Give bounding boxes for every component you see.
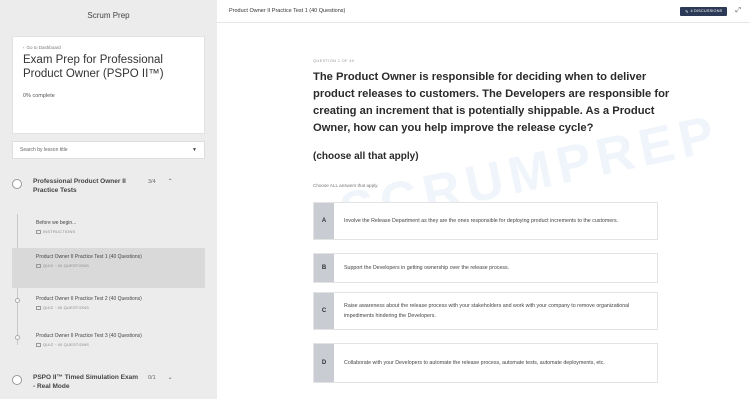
lesson-meta: QUIZ · 40 QUESTIONS <box>36 263 205 268</box>
answer-option-b[interactable]: B Support the Developers in getting owne… <box>313 253 658 283</box>
back-link-label: Go to Dashboard <box>26 45 61 50</box>
question-number: QUESTION 1 OF 40 <box>313 58 355 63</box>
comment-icon: ✎ <box>685 9 689 14</box>
lesson-title: Before we begin... <box>36 220 77 226</box>
lesson-status-icon <box>15 335 20 340</box>
section-timed-simulation[interactable]: PSPO II™ Timed Simulation Exam - Real Mo… <box>12 373 205 391</box>
chevron-up-icon[interactable]: ⌃ <box>168 178 173 185</box>
brand-title: Scrum Prep <box>87 10 130 20</box>
quiz-icon <box>36 263 41 268</box>
section-count: 3/4 <box>148 179 156 185</box>
section-title: PSPO II™ Timed Simulation Exam - Real Mo… <box>33 374 138 390</box>
lesson-title: Product Owner II Practice Test 3 (40 Que… <box>36 333 142 339</box>
lesson-item[interactable]: Before we begin... INSTRUCTIONS <box>12 220 205 243</box>
lesson-meta-label: INSTRUCTIONS <box>43 229 76 234</box>
lesson-meta-label: QUIZ · 40 QUESTIONS <box>43 305 90 310</box>
answer-option-a[interactable]: A Involve the Release Department as they… <box>313 202 658 240</box>
lesson-status-icon <box>15 298 20 303</box>
quiz-icon <box>36 305 41 310</box>
expand-icon[interactable]: ⤢ <box>735 7 741 15</box>
lesson-item[interactable]: Product Owner II Practice Test 3 (40 Que… <box>12 333 205 355</box>
section-status-icon <box>12 375 22 385</box>
lesson-meta-label: QUIZ · 40 QUESTIONS <box>43 263 90 268</box>
option-text: Raise awareness about the release proces… <box>344 303 630 319</box>
option-text: Support the Developers in getting owners… <box>344 265 510 271</box>
course-card: ‹ Go to Dashboard Exam Prep for Professi… <box>12 36 205 134</box>
back-to-dashboard-link[interactable]: ‹ Go to Dashboard <box>23 45 194 50</box>
lesson-meta-label: QUIZ · 40 QUESTIONS <box>43 342 90 347</box>
lesson-title: Product Owner II Practice Test 2 (40 Que… <box>36 296 142 302</box>
lesson-meta: QUIZ · 40 QUESTIONS <box>36 342 205 347</box>
search-placeholder: Search by lesson title <box>20 147 68 153</box>
answer-option-c[interactable]: C Raise awareness about the release proc… <box>313 292 658 330</box>
document-icon <box>36 229 41 234</box>
chevron-down-icon[interactable]: ⌄ <box>168 374 173 381</box>
course-title: Exam Prep for Professional Product Owner… <box>23 54 164 80</box>
lesson-meta: QUIZ · 40 QUESTIONS <box>36 305 205 310</box>
course-sidebar: Scrum Prep ‹ Go to Dashboard Exam Prep f… <box>0 0 217 399</box>
option-text: Involve the Release Department as they a… <box>344 218 619 224</box>
lesson-item-active[interactable]: Product Owner II Practice Test 1 (40 Que… <box>12 248 205 288</box>
lesson-search-select[interactable]: Search by lesson title ▼ <box>12 141 205 159</box>
section-practice-tests[interactable]: Professional Product Owner II Practice T… <box>12 177 205 195</box>
choose-all-hint: (choose all that apply) <box>313 151 419 162</box>
discussions-button[interactable]: ✎ 4 DISCUSSIONS <box>680 6 728 16</box>
question-text: The Product Owner is responsible for dec… <box>313 71 670 134</box>
course-progress: 0% complete <box>23 93 55 99</box>
caret-down-icon: ▼ <box>192 147 197 153</box>
lesson-item[interactable]: Product Owner II Practice Test 2 (40 Que… <box>12 296 205 318</box>
option-letter: C <box>314 293 334 329</box>
section-count: 0/1 <box>148 375 156 381</box>
lesson-meta: INSTRUCTIONS <box>36 229 205 234</box>
quiz-main: SCRUMPREP QUESTION 1 OF 40 The Product O… <box>217 23 750 399</box>
lesson-title: Product Owner II Practice Test 1 (40 Que… <box>36 254 142 260</box>
discussions-label: 4 DISCUSSIONS <box>690 9 723 13</box>
option-text: Collaborate with your Developers to auto… <box>344 360 605 366</box>
answer-instruction: Choose ALL answers that apply. <box>313 183 379 188</box>
quiz-icon <box>36 342 41 347</box>
section-title: Professional Product Owner II Practice T… <box>33 178 126 194</box>
option-letter: D <box>314 344 334 382</box>
option-letter: A <box>314 203 334 239</box>
lesson-header-title: Product Owner II Practice Test 1 (40 Que… <box>229 8 346 14</box>
answer-option-d[interactable]: D Collaborate with your Developers to au… <box>313 343 658 383</box>
lesson-topbar: Product Owner II Practice Test 1 (40 Que… <box>217 0 750 23</box>
chevron-left-icon: ‹ <box>23 45 25 50</box>
section-status-icon <box>12 179 22 189</box>
option-letter: B <box>314 254 334 282</box>
